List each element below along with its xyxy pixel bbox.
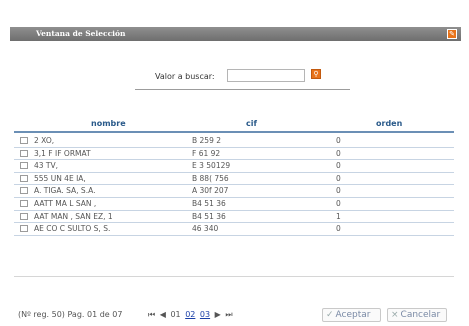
last-page-icon[interactable]: ⏭ [225,310,232,320]
cell-nombre: AE CO C SULTO S, S. [34,224,111,234]
window-title: Ventana de Selección [36,29,126,38]
cell-cif: B 88( 756 [192,173,229,183]
table-row[interactable]: 555 UN 4E IA, B 88( 756 0 [14,173,454,186]
close-icon: × [391,310,399,320]
cell-cif: 46 340 [192,224,219,234]
accept-button[interactable]: ✓ Aceptar [322,308,381,322]
pagination-controls: ⏮ ◀ 01 02 03 ▶ ⏭ [148,310,235,320]
cell-orden: 0 [336,173,341,183]
next-page-icon[interactable]: ▶ [215,310,221,319]
check-icon: ✓ [326,310,334,320]
table-row[interactable]: AATT MA L SAN , B4 51 36 0 [14,198,454,211]
cell-orden: 1 [336,211,341,221]
cell-nombre: AATT MA L SAN , [34,198,97,208]
results-table-body: 2 XO, B 259 2 0 3,1 F IF ORMAT F 61 92 0… [14,135,454,236]
search-input[interactable] [227,69,305,82]
cell-nombre: AAT MAN , SAN EZ, 1 [34,211,113,221]
cell-orden: 0 [336,186,341,196]
current-page: 01 [170,310,181,319]
search-divider [135,89,350,90]
cell-cif: B4 51 36 [192,211,226,221]
record-page-info: (Nº reg. 50) Pag. 01 de 07 [18,310,123,319]
cell-cif: E 3 50129 [192,161,231,171]
cell-cif: B 259 2 [192,136,222,145]
search-row: Valor a buscar: ⚲ [0,68,469,84]
row-checkbox[interactable] [20,149,28,157]
row-checkbox[interactable] [20,137,28,144]
previous-page-icon[interactable]: ◀ [160,310,166,319]
cell-cif: B4 51 36 [192,198,226,208]
cell-orden: 0 [336,161,341,171]
cell-nombre: A. TIGA. SA, S.A. [34,186,96,196]
table-row[interactable]: A. TIGA. SA, S.A. A 30f 207 0 [14,185,454,198]
column-header-orden[interactable]: orden [376,119,402,128]
cell-nombre: 43 TV, [34,161,59,171]
cell-nombre: 3,1 F IF ORMAT [34,148,91,158]
cell-orden: 0 [336,224,341,234]
cell-nombre: 2 XO, [34,136,55,145]
table-row[interactable]: 3,1 F IF ORMAT F 61 92 0 [14,148,454,161]
row-checkbox[interactable] [20,212,28,220]
search-icon[interactable]: ⚲ [311,69,321,79]
first-page-icon[interactable]: ⏮ [148,310,155,320]
search-label: Valor a buscar: [155,72,215,81]
row-checkbox[interactable] [20,162,28,170]
table-bottom-divider [14,276,454,277]
accept-label: Aceptar [335,310,371,320]
row-checkbox[interactable] [20,225,28,233]
header-divider [14,131,454,133]
page-link-03[interactable]: 03 [200,310,210,319]
cancel-label: Cancelar [400,310,441,320]
cell-cif: A 30f 207 [192,186,229,196]
cell-cif: F 61 92 [192,148,221,158]
page-link-02[interactable]: 02 [185,310,195,319]
table-row[interactable]: 2 XO, B 259 2 0 [14,135,454,148]
cell-nombre: 555 UN 4E IA, [34,173,86,183]
footer-bar: (Nº reg. 50) Pag. 01 de 07 ⏮ ◀ 01 02 03 … [0,308,469,324]
results-table-header: nombre cif orden [14,117,454,131]
window-title-bar: Ventana de Selección ✎ [10,27,461,41]
column-header-nombre[interactable]: nombre [91,119,126,128]
column-header-cif[interactable]: cif [246,119,257,128]
table-row[interactable]: 43 TV, E 3 50129 0 [14,160,454,173]
table-row[interactable]: AE CO C SULTO S, S. 46 340 0 [14,223,454,236]
row-checkbox[interactable] [20,174,28,182]
close-edit-icon[interactable]: ✎ [447,29,457,39]
cell-orden: 0 [336,198,341,208]
cell-orden: 0 [336,136,341,145]
row-checkbox[interactable] [20,187,28,195]
cell-orden: 0 [336,148,341,158]
cancel-button[interactable]: × Cancelar [387,308,447,322]
row-checkbox[interactable] [20,199,28,207]
table-row[interactable]: AAT MAN , SAN EZ, 1 B4 51 36 1 [14,211,454,224]
